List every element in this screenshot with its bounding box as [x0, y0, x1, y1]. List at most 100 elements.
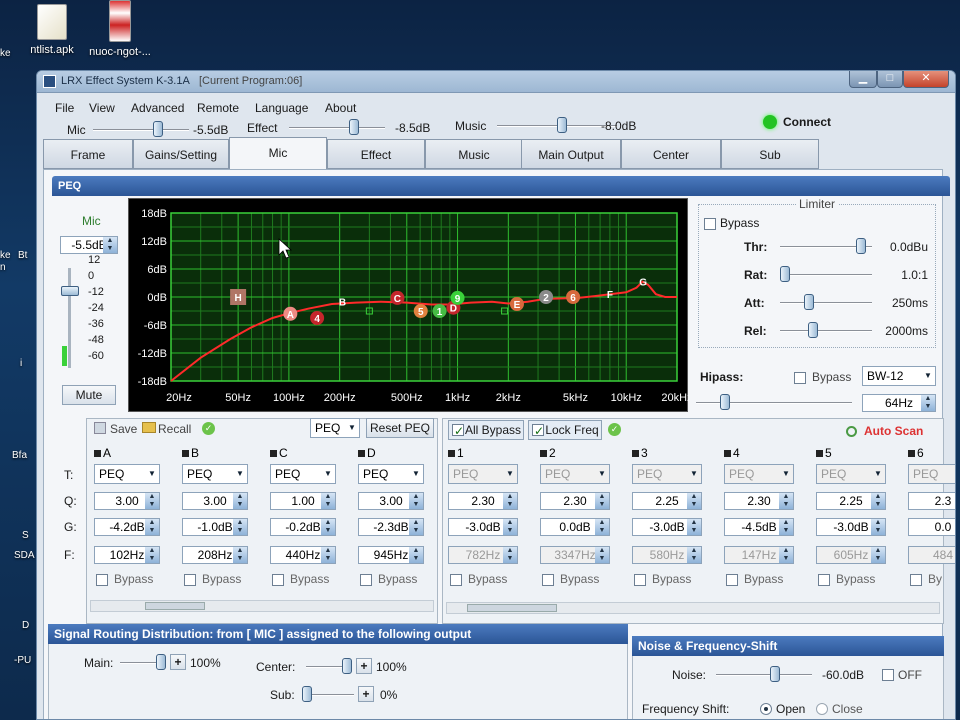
spinner-arrows-icon[interactable]: ▲ ▼ — [145, 519, 159, 535]
band-bypass-checkbox[interactable] — [450, 574, 462, 586]
menu-file[interactable]: File — [55, 101, 74, 115]
band-bypass-checkbox[interactable] — [726, 574, 738, 586]
menu-about[interactable]: About — [325, 101, 356, 115]
band-gain-spinner[interactable]: 0.0dB ▲ ▼ — [540, 518, 610, 536]
close-button[interactable]: ✕ — [903, 71, 949, 88]
band-gain-spinner[interactable]: 0.0▲▼ — [908, 518, 955, 536]
effect-level-thumb[interactable] — [349, 119, 359, 135]
band-gain-spinner[interactable]: -3.0dB ▲ ▼ — [448, 518, 518, 536]
mute-button[interactable]: Mute — [62, 385, 116, 405]
band-q-spinner[interactable]: 2.30 ▲ ▼ — [540, 492, 610, 510]
band-type-dropdown[interactable]: PEQ▼ — [816, 464, 886, 484]
spinner-arrows-icon[interactable]: ▲ ▼ — [503, 493, 517, 509]
apply-check-icon[interactable]: ✓ — [608, 423, 621, 436]
band-type-dropdown[interactable]: PEQ▼ — [94, 464, 160, 484]
limiter-slider[interactable] — [780, 330, 872, 332]
menu-remote[interactable]: Remote — [197, 101, 239, 115]
spinner-arrows-icon[interactable]: ▲ ▼ — [595, 493, 609, 509]
menu-view[interactable]: View — [89, 101, 115, 115]
spinner-arrows-icon[interactable]: ▲ ▼ — [145, 547, 159, 563]
spinner-arrows-icon[interactable]: ▲ ▼ — [595, 547, 609, 563]
band-gain-spinner[interactable]: -4.5dB ▲ ▼ — [724, 518, 794, 536]
band-freq-spinner[interactable]: 440Hz ▲ ▼ — [270, 546, 336, 564]
spinner-arrows-icon[interactable]: ▲ ▼ — [595, 519, 609, 535]
mic-level-slider[interactable] — [93, 129, 189, 131]
shift-close-radio[interactable] — [816, 703, 828, 715]
routing-center-thumb[interactable] — [342, 658, 352, 674]
band-q-spinner[interactable]: 2.30 ▲ ▼ — [724, 492, 794, 510]
band-freq-spinner[interactable]: 605Hz ▲ ▼ — [816, 546, 886, 564]
music-level-thumb[interactable] — [557, 117, 567, 133]
band-q-spinner[interactable]: 2.3▲▼ — [908, 492, 955, 510]
band-bypass-checkbox[interactable] — [272, 574, 284, 586]
spinner-arrows-icon[interactable]: ▲ ▼ — [779, 547, 793, 563]
band-gain-spinner[interactable]: -3.0dB ▲ ▼ — [816, 518, 886, 536]
band-type-dropdown[interactable]: PEQ▼ — [632, 464, 702, 484]
hipass-bypass-checkbox[interactable] — [794, 372, 806, 384]
noise-slider[interactable] — [716, 674, 812, 676]
spinner-arrows-icon[interactable]: ▲ ▼ — [687, 493, 701, 509]
auto-scan-button[interactable]: Auto Scan — [864, 424, 923, 438]
spinner-arrows-icon[interactable]: ▲ ▼ — [233, 493, 247, 509]
routing-main-plus-button[interactable]: + — [170, 654, 186, 670]
tab-frame[interactable]: Frame — [43, 139, 133, 169]
limiter-slider-thumb[interactable] — [856, 238, 866, 254]
spinner-arrows-icon[interactable]: ▲ ▼ — [321, 547, 335, 563]
connect-label[interactable]: Connect — [783, 115, 831, 129]
mic-fader-track[interactable] — [68, 268, 71, 368]
menu-advanced[interactable]: Advanced — [131, 101, 184, 115]
limiter-bypass-checkbox[interactable] — [704, 218, 716, 230]
hipass-freq-spinner[interactable]: 64Hz ▲ ▼ — [862, 394, 936, 412]
band-bypass-checkbox[interactable] — [184, 574, 196, 586]
spinner-arrows-icon[interactable]: ▲ ▼ — [871, 493, 885, 509]
tab-mic[interactable]: Mic — [229, 137, 327, 170]
band-type-dropdown[interactable]: PEQ▼ — [540, 464, 610, 484]
spinner-arrows-icon[interactable]: ▲ ▼ — [145, 493, 159, 509]
tab-center[interactable]: Center — [621, 139, 721, 169]
all-bypass-checkbox[interactable] — [452, 422, 464, 440]
spinner-arrows-icon[interactable]: ▲ ▼ — [687, 519, 701, 535]
limiter-slider[interactable] — [780, 302, 872, 304]
desktop-icon-image[interactable]: nuoc-ngot-... — [84, 0, 156, 58]
limiter-slider-thumb[interactable] — [780, 266, 790, 282]
band-q-spinner[interactable]: 2.25 ▲ ▼ — [632, 492, 702, 510]
spinner-arrows-icon[interactable]: ▲ ▼ — [409, 519, 423, 535]
reset-peq-button[interactable]: Reset PEQ — [366, 418, 434, 438]
apply-check-icon[interactable]: ✓ — [202, 422, 215, 435]
all-bypass-button[interactable]: All Bypass — [448, 420, 524, 440]
band-type-dropdown[interactable]: PEQ▼ — [908, 464, 955, 484]
spinner-arrows-icon[interactable]: ▲ ▼ — [233, 547, 247, 563]
band-bypass-checkbox[interactable] — [96, 574, 108, 586]
peq-mode-dropdown[interactable]: PEQ ▼ — [310, 418, 360, 438]
scrollbar-thumb[interactable] — [145, 602, 205, 610]
limiter-slider[interactable] — [780, 274, 872, 276]
band-freq-spinner[interactable]: 147Hz ▲ ▼ — [724, 546, 794, 564]
band-q-spinner[interactable]: 2.30 ▲ ▼ — [448, 492, 518, 510]
band-q-spinner[interactable]: 3.00 ▲ ▼ — [94, 492, 160, 510]
band-freq-spinner[interactable]: 102Hz ▲ ▼ — [94, 546, 160, 564]
spinner-arrows-icon[interactable]: ▲ ▼ — [871, 519, 885, 535]
routing-sub-thumb[interactable] — [302, 686, 312, 702]
mic-level-thumb[interactable] — [153, 121, 163, 137]
spinner-arrows-icon[interactable]: ▲ ▼ — [409, 547, 423, 563]
noise-thumb[interactable] — [770, 666, 780, 682]
band-q-spinner[interactable]: 2.25 ▲ ▼ — [816, 492, 886, 510]
band-type-dropdown[interactable]: PEQ▼ — [182, 464, 248, 484]
tab-main-output[interactable]: Main Output — [521, 139, 621, 169]
band-gain-spinner[interactable]: -4.2dB ▲ ▼ — [94, 518, 160, 536]
band-q-spinner[interactable]: 3.00 ▲ ▼ — [358, 492, 424, 510]
spinner-arrows-icon[interactable]: ▲ ▼ — [779, 519, 793, 535]
save-button[interactable]: Save — [110, 422, 137, 436]
tab-gains-setting[interactable]: Gains/Setting — [133, 139, 229, 169]
band-bypass-checkbox[interactable] — [634, 574, 646, 586]
scrollbar-thumb[interactable] — [467, 604, 557, 612]
spinner-arrows-icon[interactable]: ▲ ▼ — [779, 493, 793, 509]
left-bands-scrollbar[interactable] — [90, 600, 434, 612]
lock-freq-button[interactable]: Lock Freq — [528, 420, 602, 440]
spinner-arrows-icon[interactable]: ▲ ▼ — [103, 237, 117, 253]
spinner-arrows-icon[interactable]: ▲ ▼ — [503, 547, 517, 563]
band-gain-spinner[interactable]: -0.2dB ▲ ▼ — [270, 518, 336, 536]
band-type-dropdown[interactable]: PEQ▼ — [270, 464, 336, 484]
spinner-arrows-icon[interactable]: ▲ ▼ — [409, 493, 423, 509]
spinner-arrows-icon[interactable]: ▲ ▼ — [321, 493, 335, 509]
